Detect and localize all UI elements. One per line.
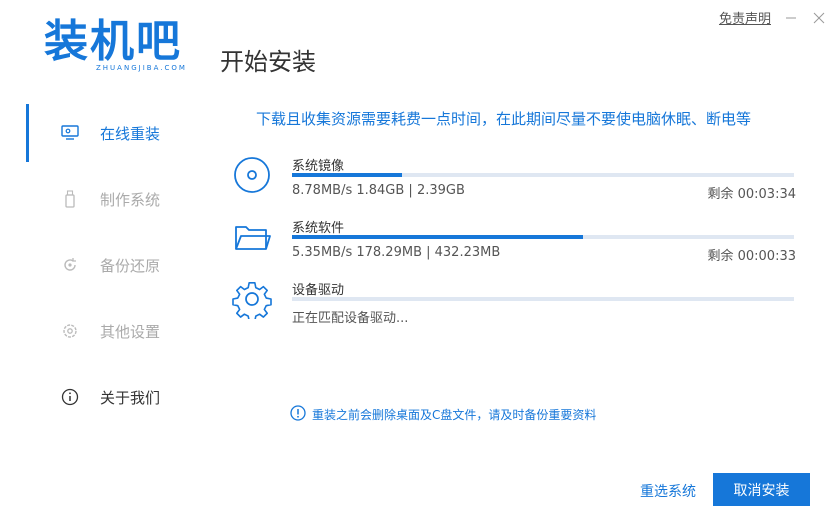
sidebar-item-label: 其他设置 bbox=[100, 322, 161, 341]
backup-warning: 重装之前会删除桌面及C盘文件，请及时备份重要资料 bbox=[290, 405, 596, 424]
sidebar-item-label: 在线重装 bbox=[100, 124, 161, 143]
progress-track bbox=[292, 173, 794, 177]
sidebar-item-make-system[interactable]: 制作系统 bbox=[0, 166, 200, 232]
backup-icon bbox=[60, 255, 80, 275]
monitor-icon bbox=[60, 123, 80, 143]
page-title: 开始安装 bbox=[220, 48, 316, 76]
reselect-system-button[interactable]: 重选系统 bbox=[640, 481, 696, 501]
active-indicator bbox=[26, 104, 29, 162]
close-icon bbox=[813, 12, 825, 23]
sidebar-item-backup-restore[interactable]: 备份还原 bbox=[0, 232, 200, 298]
progress-track bbox=[292, 235, 794, 239]
minimize-icon bbox=[786, 17, 796, 18]
window-controls: 免责声明 bbox=[719, 8, 827, 27]
item-name: 系统软件 bbox=[292, 221, 345, 236]
minimize-button[interactable] bbox=[783, 10, 799, 26]
sidebar-item-label: 关于我们 bbox=[100, 388, 161, 407]
sidebar-item-online-reinstall[interactable]: 在线重装 bbox=[0, 100, 200, 166]
close-button[interactable] bbox=[811, 10, 827, 26]
disclaimer-link[interactable]: 免责声明 bbox=[719, 8, 771, 27]
info-icon bbox=[60, 387, 80, 407]
app-logo: 装机吧 ZHUANGJIBA.COM bbox=[44, 18, 194, 80]
gear-icon bbox=[60, 321, 80, 341]
info-icon bbox=[290, 405, 306, 424]
logo-subtext: ZHUANGJIBA.COM bbox=[96, 64, 187, 72]
usb-icon bbox=[60, 189, 80, 209]
item-remaining: 剩余 00:03:34 bbox=[707, 187, 796, 202]
gear-icon bbox=[232, 279, 272, 322]
item-status: 正在匹配设备驱动... bbox=[292, 311, 409, 326]
item-name: 系统镜像 bbox=[292, 159, 345, 174]
sidebar-item-other-settings[interactable]: 其他设置 bbox=[0, 298, 200, 364]
download-item-system-image: 系统镜像 8.78MB/s 1.84GB | 2.39GB 剩余 00:03:3… bbox=[232, 155, 796, 215]
download-item-system-software: 系统软件 5.35MB/s 178.29MB | 432.23MB 剩余 00:… bbox=[232, 217, 796, 277]
item-name: 设备驱动 bbox=[292, 283, 345, 298]
cancel-install-button[interactable]: 取消安装 bbox=[713, 473, 810, 506]
sidebar-item-about-us[interactable]: 关于我们 bbox=[0, 364, 200, 430]
sidebar-item-label: 备份还原 bbox=[100, 256, 161, 275]
progress-fill bbox=[292, 235, 584, 239]
item-speed: 5.35MB/s 178.29MB | 432.23MB bbox=[292, 245, 501, 260]
warning-text: 重装之前会删除桌面及C盘文件，请及时备份重要资料 bbox=[312, 408, 597, 422]
progress-fill bbox=[292, 173, 403, 177]
item-speed: 8.78MB/s 1.84GB | 2.39GB bbox=[292, 183, 465, 198]
sidebar-item-label: 制作系统 bbox=[100, 190, 161, 209]
folder-icon bbox=[232, 217, 272, 257]
download-item-device-drivers: 设备驱动 正在匹配设备驱动... bbox=[232, 279, 796, 339]
progress-track bbox=[292, 297, 794, 301]
sidebar: 在线重装 制作系统 备份还原 其他设置 关于我们 bbox=[0, 100, 200, 430]
item-remaining: 剩余 00:00:33 bbox=[707, 249, 796, 264]
logo-text: 装机吧 bbox=[44, 16, 182, 67]
download-notice: 下载且收集资源需要耗费一点时间，在此期间尽量不要使电脑休眠、断电等 bbox=[256, 110, 752, 128]
disc-icon bbox=[232, 155, 272, 195]
